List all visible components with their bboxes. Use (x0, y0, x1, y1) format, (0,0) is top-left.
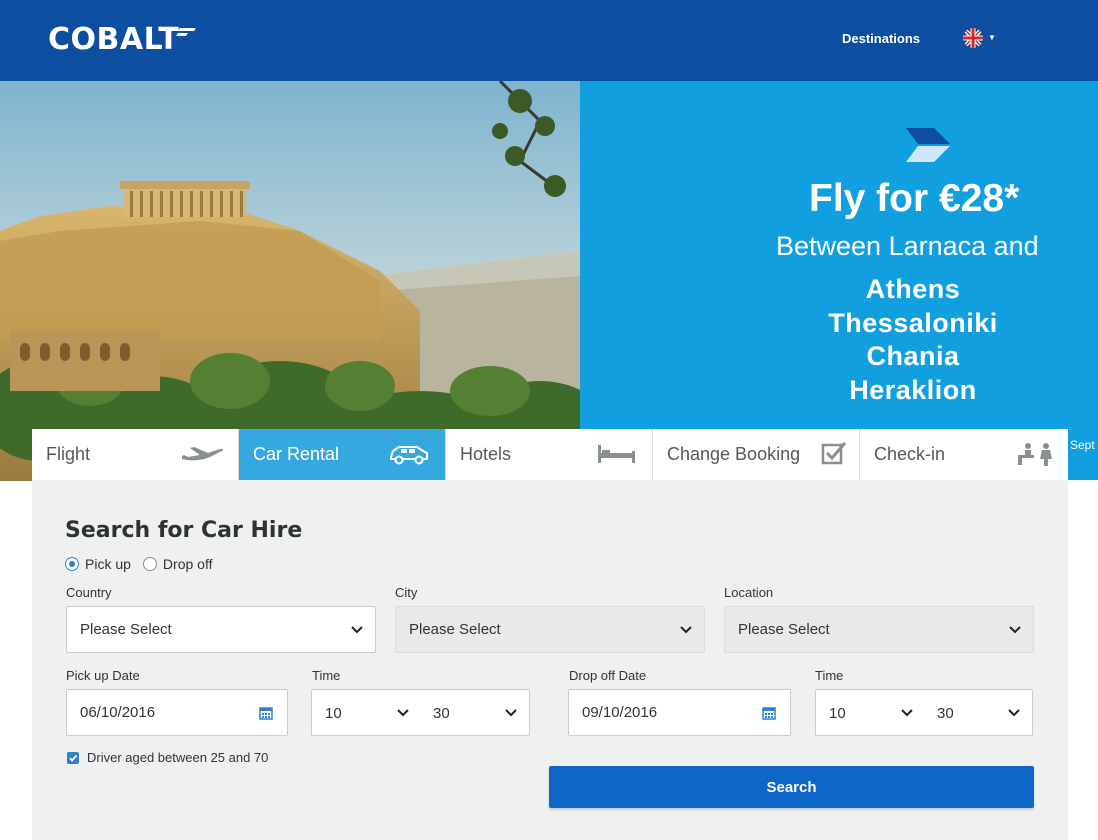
bed-icon (598, 445, 635, 463)
dropoff-date-label: Drop off Date (569, 668, 647, 683)
city-select-value: Please Select (409, 621, 501, 638)
pickup-hour-value[interactable]: 10 (325, 690, 342, 737)
panel-title: Search for Car Hire (65, 518, 303, 543)
country-select-value: Please Select (80, 621, 172, 638)
plane-icon (182, 447, 224, 461)
site-header: COBALT Destinations ▼ (0, 0, 1098, 81)
promo-city: Thessaloniki (828, 307, 998, 338)
cobalt-logo[interactable]: COBALT (48, 22, 197, 58)
promo-city: Chania (866, 341, 960, 371)
pickup-time-label: Time (312, 668, 341, 683)
pickup-radio-label[interactable]: Pick up (85, 556, 131, 572)
dropoff-radio[interactable] (142, 557, 157, 571)
pickup-time-select[interactable]: 10 30 (311, 689, 530, 736)
location-label: Location (724, 585, 774, 600)
dropoff-date-value: 09/10/2016 (582, 704, 658, 721)
language-caret-icon[interactable]: ▼ (988, 33, 996, 42)
city-label: City (395, 585, 418, 600)
tab-car-rental-label: Car Rental (253, 444, 340, 464)
chevron-down-icon (680, 626, 692, 634)
tab-hotels-label: Hotels (460, 444, 512, 464)
logo-text: COBALT (48, 22, 180, 57)
cobalt-chevron-icon (904, 128, 952, 164)
checkbox-edit-icon (821, 442, 847, 465)
country-select[interactable]: Please Select (66, 606, 376, 653)
chevron-down-icon[interactable] (505, 707, 517, 719)
chevron-down-icon[interactable] (397, 707, 409, 719)
location-select-value: Please Select (738, 621, 830, 638)
chevron-down-icon[interactable] (901, 707, 913, 719)
booking-tabs: Flight Car Rental Hotels Change Booking … (32, 429, 1068, 480)
tab-hotels[interactable]: Hotels (446, 429, 652, 480)
car-hire-search-panel: Search for Car Hire Pick up Drop off Cou… (32, 480, 1068, 840)
tab-check-in-label: Check-in (874, 444, 946, 464)
pickup-date-value: 06/10/2016 (80, 704, 156, 721)
city-select[interactable]: Please Select (395, 606, 705, 653)
promo-title: Fly for €28* (809, 177, 1020, 220)
driver-age-checkbox[interactable] (67, 751, 79, 764)
tab-car-rental[interactable]: Car Rental (239, 429, 445, 480)
pickup-minute-value[interactable]: 30 (433, 690, 450, 737)
calendar-icon[interactable] (259, 706, 273, 720)
pickup-dropoff-radio-group: Pick up Drop off (65, 556, 224, 572)
search-button[interactable]: Search (549, 766, 1034, 808)
driver-age-checkbox-row[interactable]: Driver aged between 25 and 70 (67, 750, 268, 765)
tab-flight-label: Flight (46, 444, 91, 464)
chevron-down-icon (351, 626, 363, 634)
country-label: Country (66, 585, 112, 600)
dropoff-radio-label[interactable]: Drop off (163, 556, 213, 572)
dropoff-date-input[interactable]: 09/10/2016 (568, 689, 791, 736)
dropoff-time-label: Time (815, 668, 844, 683)
uk-flag-icon[interactable] (963, 28, 983, 48)
check-in-counter-icon (1018, 443, 1052, 466)
acropolis-photo (0, 81, 580, 481)
promo-city: Heraklion (849, 374, 977, 405)
promo-overflow-text: Sept (1068, 429, 1098, 480)
tab-change-booking-label: Change Booking (667, 444, 801, 464)
dropoff-time-select[interactable]: 10 30 (815, 689, 1033, 736)
nav-destinations-link[interactable]: Destinations (842, 31, 920, 46)
pickup-date-input[interactable]: 06/10/2016 (66, 689, 288, 736)
promo-subtitle: Between Larnaca and (776, 231, 1039, 261)
chevron-down-icon[interactable] (1008, 707, 1020, 719)
promo-banner[interactable]: Fly for €28* Between Larnaca and Athens … (580, 81, 1098, 429)
tab-flight[interactable]: Flight (32, 429, 238, 480)
pickup-radio[interactable] (65, 557, 79, 571)
driver-age-label[interactable]: Driver aged between 25 and 70 (87, 750, 268, 765)
car-icon (390, 446, 428, 465)
calendar-icon[interactable] (762, 706, 776, 720)
dropoff-hour-value[interactable]: 10 (829, 690, 846, 737)
tab-check-in[interactable]: Check-in (860, 429, 1068, 480)
pickup-date-label: Pick up Date (66, 668, 140, 683)
promo-cities: Athens Thessaloniki Chania Heraklion (760, 273, 1066, 407)
dropoff-minute-value[interactable]: 30 (937, 690, 954, 737)
chevron-down-icon (1009, 626, 1021, 634)
logo-mark-icon (176, 28, 197, 38)
location-select[interactable]: Please Select (724, 606, 1034, 653)
promo-city: Athens (865, 274, 961, 304)
tab-change-booking[interactable]: Change Booking (653, 429, 859, 480)
